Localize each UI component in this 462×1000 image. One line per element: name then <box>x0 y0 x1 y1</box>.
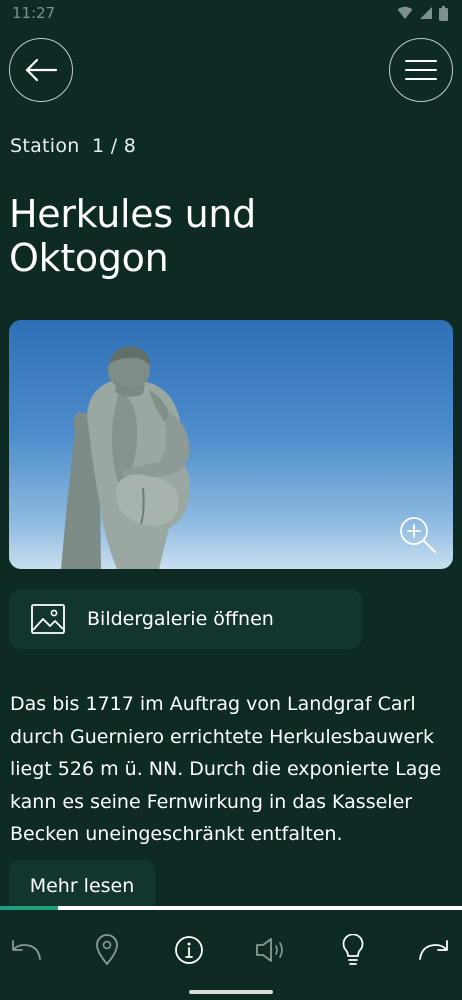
back-button[interactable] <box>9 38 73 102</box>
lightbulb-icon <box>342 934 364 965</box>
tips-button[interactable] <box>333 930 373 970</box>
previous-station-button[interactable] <box>6 930 46 970</box>
hercules-statue-illustration <box>61 346 190 569</box>
station-indicator: Station 1 / 8 <box>10 135 136 157</box>
open-gallery-label: Bildergalerie öffnen <box>87 608 274 630</box>
status-icons <box>397 5 448 21</box>
station-label: Station <box>10 135 80 157</box>
arrow-left-icon <box>25 58 58 82</box>
audio-button[interactable] <box>251 930 291 970</box>
signal-icon <box>420 7 432 19</box>
hamburger-menu-icon <box>405 60 437 80</box>
redo-icon <box>419 940 448 960</box>
read-more-label: Mehr lesen <box>29 875 135 897</box>
next-station-button[interactable] <box>414 930 454 970</box>
hero-image[interactable] <box>9 320 453 569</box>
page-title-line-2: Oktogon <box>9 236 169 280</box>
zoom-button[interactable] <box>398 515 438 555</box>
description-text: Das bis 1717 im Auftrag von Landgraf Car… <box>10 693 442 845</box>
battery-icon <box>439 5 448 21</box>
page-title: Herkules und Oktogon <box>9 192 429 280</box>
info-icon <box>175 936 203 964</box>
page-title-line-1: Herkules und <box>9 192 256 236</box>
bottom-navigation <box>0 910 462 1000</box>
status-time: 11:27 <box>12 4 56 22</box>
info-button[interactable] <box>169 930 209 970</box>
home-indicator[interactable] <box>189 990 273 994</box>
status-bar: 11:27 <box>0 0 462 26</box>
read-more-button[interactable]: Mehr lesen <box>9 860 155 912</box>
undo-icon <box>12 940 41 960</box>
station-counter: 1 / 8 <box>92 135 137 157</box>
menu-button[interactable] <box>389 38 453 102</box>
zoom-in-icon <box>400 517 436 553</box>
image-gallery-icon <box>31 604 65 634</box>
map-button[interactable] <box>87 930 127 970</box>
open-gallery-button[interactable]: Bildergalerie öffnen <box>9 589 362 649</box>
speaker-icon <box>256 938 283 962</box>
wifi-icon <box>397 6 413 19</box>
location-pin-icon <box>96 934 118 965</box>
